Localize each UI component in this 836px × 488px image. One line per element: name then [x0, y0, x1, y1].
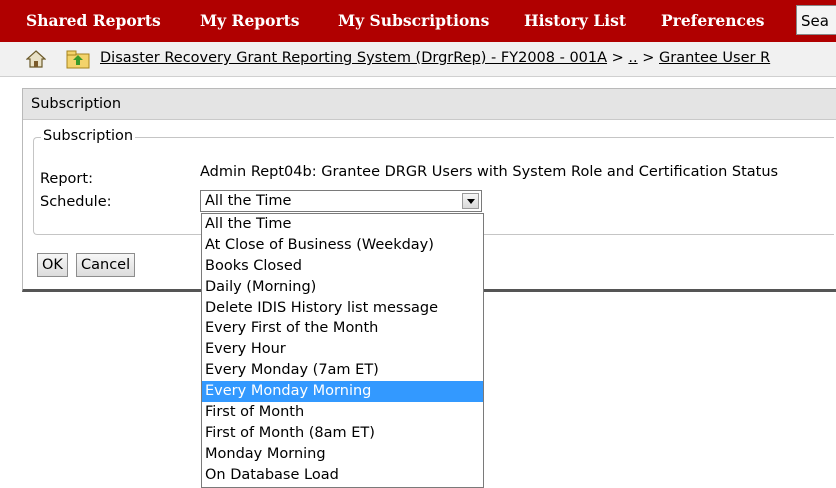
breadcrumb: Disaster Recovery Grant Reporting System…: [100, 50, 770, 66]
panel-header: Subscription: [23, 89, 836, 120]
schedule-option[interactable]: All the Time: [202, 214, 483, 235]
breadcrumb-separator: >: [607, 50, 629, 66]
chevron-down-icon[interactable]: [462, 193, 479, 209]
ok-button[interactable]: OK: [37, 253, 68, 277]
schedule-option[interactable]: Every First of the Month: [202, 318, 483, 339]
breadcrumb-link-system[interactable]: Disaster Recovery Grant Reporting System…: [100, 50, 607, 66]
top-nav-bar: Shared Reports My Reports My Subscriptio…: [0, 0, 836, 42]
breadcrumb-link-grantee-user[interactable]: Grantee User R: [659, 50, 770, 66]
schedule-option[interactable]: Delete IDIS History list message: [202, 298, 483, 319]
schedule-option[interactable]: First of Month: [202, 402, 483, 423]
report-value: Admin Rept04b: Grantee DRGR Users with S…: [200, 164, 779, 180]
schedule-option[interactable]: Every Monday (7am ET): [202, 360, 483, 381]
cancel-button[interactable]: Cancel: [76, 253, 136, 277]
nav-history-list[interactable]: History List: [524, 11, 626, 30]
folder-up-icon[interactable]: [66, 49, 90, 69]
nav-preferences[interactable]: Preferences: [661, 11, 765, 30]
schedule-label: Schedule:: [40, 194, 112, 210]
breadcrumb-link-parent[interactable]: ..: [628, 50, 637, 66]
schedule-option[interactable]: Books Closed: [202, 256, 483, 277]
nav-my-subscriptions[interactable]: My Subscriptions: [338, 11, 489, 30]
home-icon[interactable]: [25, 50, 47, 68]
search-box[interactable]: Sea: [796, 5, 836, 35]
schedule-option[interactable]: Every Monday Morning: [202, 381, 483, 403]
nav-my-reports[interactable]: My Reports: [200, 11, 300, 30]
report-label: Report:: [40, 171, 93, 187]
fieldset-legend: Subscription: [41, 128, 136, 144]
breadcrumb-separator: >: [637, 50, 660, 66]
schedule-option[interactable]: First of Month (8am ET): [202, 423, 483, 444]
nav-shared-reports[interactable]: Shared Reports: [26, 11, 161, 30]
schedule-option[interactable]: Monday Morning: [202, 444, 483, 465]
schedule-selected-value: All the Time: [205, 193, 292, 209]
schedule-option[interactable]: Daily (Morning): [202, 277, 483, 298]
breadcrumb-bar: Disaster Recovery Grant Reporting System…: [0, 42, 836, 77]
schedule-select[interactable]: All the Time: [200, 190, 482, 212]
schedule-option[interactable]: Every Hour: [202, 339, 483, 360]
schedule-option[interactable]: On Database Load: [202, 465, 483, 486]
schedule-option[interactable]: At Close of Business (Weekday): [202, 235, 483, 256]
schedule-dropdown-list[interactable]: All the Time At Close of Business (Weekd…: [201, 213, 484, 488]
